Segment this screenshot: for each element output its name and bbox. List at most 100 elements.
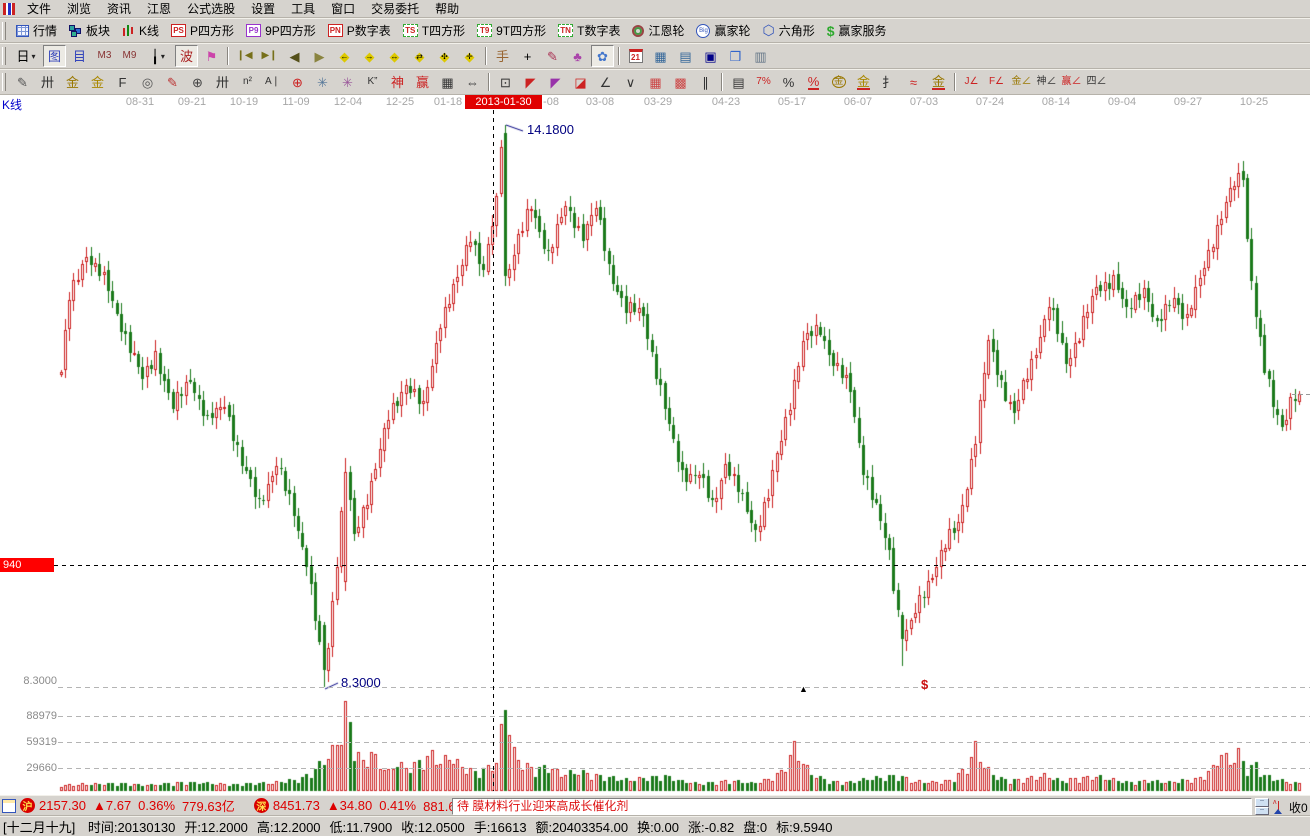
tool-brain-analysis[interactable]: ✿	[591, 45, 614, 67]
tool-gold-lines[interactable]: 金	[852, 71, 875, 93]
tool-diamond-swap[interactable]: ◆⇄	[408, 45, 431, 67]
tool-cycle-gauge[interactable]: ⊕	[186, 71, 209, 93]
toolbar-button-t-square[interactable]: TST四方形	[397, 20, 471, 42]
market-list-icon[interactable]	[2, 799, 16, 813]
toolbar-button-winner-service[interactable]: $赢家服务	[821, 20, 893, 42]
tool-price-grid-2[interactable]: ▩	[669, 71, 692, 93]
toolbar-button-p-square[interactable]: PSP四方形	[165, 20, 240, 42]
tool-box-tool[interactable]: ⊡	[494, 71, 517, 93]
tool-angle-lines[interactable]: ∠	[594, 71, 617, 93]
shanghai-badge[interactable]: 沪	[20, 798, 35, 813]
tool-percent-line[interactable]: %	[802, 71, 825, 93]
toolbar-button-gann-wheel[interactable]: 江恩轮	[626, 20, 690, 42]
tool-structure-tree[interactable]: ♣	[566, 45, 589, 67]
news-ticker[interactable]: 待 膜材料行业迎来高成长催化剂	[452, 798, 1252, 815]
tool-diamond-h-expand[interactable]: ◆↔	[383, 45, 406, 67]
shenzhen-badge[interactable]: 深	[254, 798, 269, 813]
toolbar-button-t-number-table[interactable]: TNT数字表	[552, 20, 626, 42]
tool-spiral[interactable]: ◎	[136, 71, 159, 93]
toolbar-drag-handle[interactable]	[2, 22, 6, 40]
menu-item-tools[interactable]: 工具	[283, 0, 323, 18]
tool-h-span[interactable]: ⇔	[461, 71, 484, 93]
tool-wave-tool[interactable]: 波	[175, 45, 198, 67]
toolbar-button-hexagon[interactable]: ⬡六角形	[757, 20, 821, 42]
ticker-spinner[interactable]: ----	[1255, 798, 1269, 815]
tool-gold-ratio-h[interactable]: 金	[61, 71, 84, 93]
tool-measure-pen[interactable]: ✎	[541, 45, 564, 67]
tool-ying-grid[interactable]: 赢	[411, 71, 434, 93]
menu-item-help[interactable]: 帮助	[427, 0, 467, 18]
tool-f-angle[interactable]: F∠	[985, 71, 1008, 93]
tool-percent-ticks[interactable]: ▤	[727, 71, 750, 93]
tool-grid-123[interactable]: ▦	[436, 71, 459, 93]
tool-period-day[interactable]: 日▾	[11, 45, 41, 67]
tool-save[interactable]: ▣	[699, 45, 722, 67]
toolbar-drag-handle[interactable]	[2, 47, 6, 65]
tool-next-bar[interactable]: ▶	[308, 45, 331, 67]
menu-item-news[interactable]: 资讯	[99, 0, 139, 18]
tool-percent[interactable]: %	[777, 71, 800, 93]
toolbar-button-winner-wheel[interactable]: Big赢家轮	[690, 20, 756, 42]
tool-seven-percent[interactable]: 7%	[752, 71, 775, 93]
toolbar-drag-handle[interactable]	[2, 73, 6, 91]
tool-diamond-right[interactable]: ◆→	[358, 45, 381, 67]
crosshair-vertical-line[interactable]	[493, 110, 494, 791]
tool-parallel-lines[interactable]: ∥	[694, 71, 717, 93]
tool-diamond-star[interactable]: ◆✣	[433, 45, 456, 67]
tool-pan-hand[interactable]: 手	[491, 45, 514, 67]
tool-brush-tool[interactable]: 扌	[877, 71, 900, 93]
tool-hash-grid[interactable]: 卅	[211, 71, 234, 93]
tool-first-bar[interactable]: ❙◀	[233, 45, 256, 67]
tool-si-angle[interactable]: 四∠	[1085, 71, 1108, 93]
tool-ying-angle[interactable]: 赢∠	[1060, 71, 1083, 93]
app-icon[interactable]	[3, 3, 15, 15]
menu-item-formula-picker[interactable]: 公式选股	[179, 0, 243, 18]
toolbar-button-9p-square[interactable]: P99P四方形	[240, 20, 322, 42]
tool-fibo-f[interactable]: F	[111, 71, 134, 93]
tool-chart-type-window[interactable]: 图	[43, 45, 66, 67]
toolbar-button-p-number-table[interactable]: PNP数字表	[322, 20, 397, 42]
tool-ma-9[interactable]: M9	[118, 45, 141, 67]
tool-gold-ratio-v[interactable]: 金	[86, 71, 109, 93]
tool-gann-fan-purple[interactable]: ◤	[544, 71, 567, 93]
tool-j-angle[interactable]: J∠	[960, 71, 983, 93]
menu-item-window[interactable]: 窗口	[323, 0, 363, 18]
tool-gold-circle[interactable]: 金	[827, 71, 850, 93]
tool-notepad[interactable]: ▤	[674, 45, 697, 67]
menu-item-gann[interactable]: 江恩	[139, 0, 179, 18]
tool-shen-grid[interactable]: 神	[386, 71, 409, 93]
toolbar-button-9t-square[interactable]: T99T四方形	[471, 20, 552, 42]
tool-calculator[interactable]: ▦	[649, 45, 672, 67]
tool-red-target[interactable]: ⊕	[286, 71, 309, 93]
crosshair-horizontal-line[interactable]	[54, 565, 1310, 566]
menu-item-file[interactable]: 文件	[19, 0, 59, 18]
toolbar-button-blocks[interactable]: 板块	[63, 20, 116, 42]
tool-web-grid-blue[interactable]: ✳	[311, 71, 334, 93]
tool-candle-style[interactable]: ╽▾	[143, 45, 173, 67]
kline-chart-canvas[interactable]	[0, 110, 1310, 795]
menu-item-settings[interactable]: 设置	[243, 0, 283, 18]
tool-gold-band[interactable]: 金	[927, 71, 950, 93]
tool-draw-pencil[interactable]: ✎	[11, 71, 34, 93]
menu-item-trade-entrust[interactable]: 交易委托	[363, 0, 427, 18]
date-highlight[interactable]: 2013-01-30	[465, 95, 542, 109]
tool-n-square[interactable]: n²	[236, 71, 259, 93]
tool-last-bar[interactable]: ▶❙	[258, 45, 281, 67]
tool-diamond-cross[interactable]: ◆✛	[458, 45, 481, 67]
menu-item-browse[interactable]: 浏览	[59, 0, 99, 18]
tool-price-grid-1[interactable]: ▦	[644, 71, 667, 93]
tool-fan-box[interactable]: ◪	[569, 71, 592, 93]
tool-ma-3[interactable]: M3	[93, 45, 116, 67]
tool-gann-fan-red[interactable]: ◤	[519, 71, 542, 93]
toolbar-button-quotes[interactable]: 行情	[10, 20, 63, 42]
tool-wave-band[interactable]: ≈	[902, 71, 925, 93]
tool-web-grid-purple[interactable]: ✳	[336, 71, 359, 93]
tool-time-grid[interactable]: 卅	[36, 71, 59, 93]
tool-flag-marker[interactable]: ⚑	[200, 45, 223, 67]
tool-info-list[interactable]: 目	[68, 45, 91, 67]
tool-multi-window[interactable]: ❒	[724, 45, 747, 67]
tool-k-mark[interactable]: K”	[361, 71, 384, 93]
tool-red-pencil[interactable]: ✎	[161, 71, 184, 93]
tool-calendar[interactable]: 21	[624, 45, 647, 67]
tool-crosshair[interactable]: +	[516, 45, 539, 67]
